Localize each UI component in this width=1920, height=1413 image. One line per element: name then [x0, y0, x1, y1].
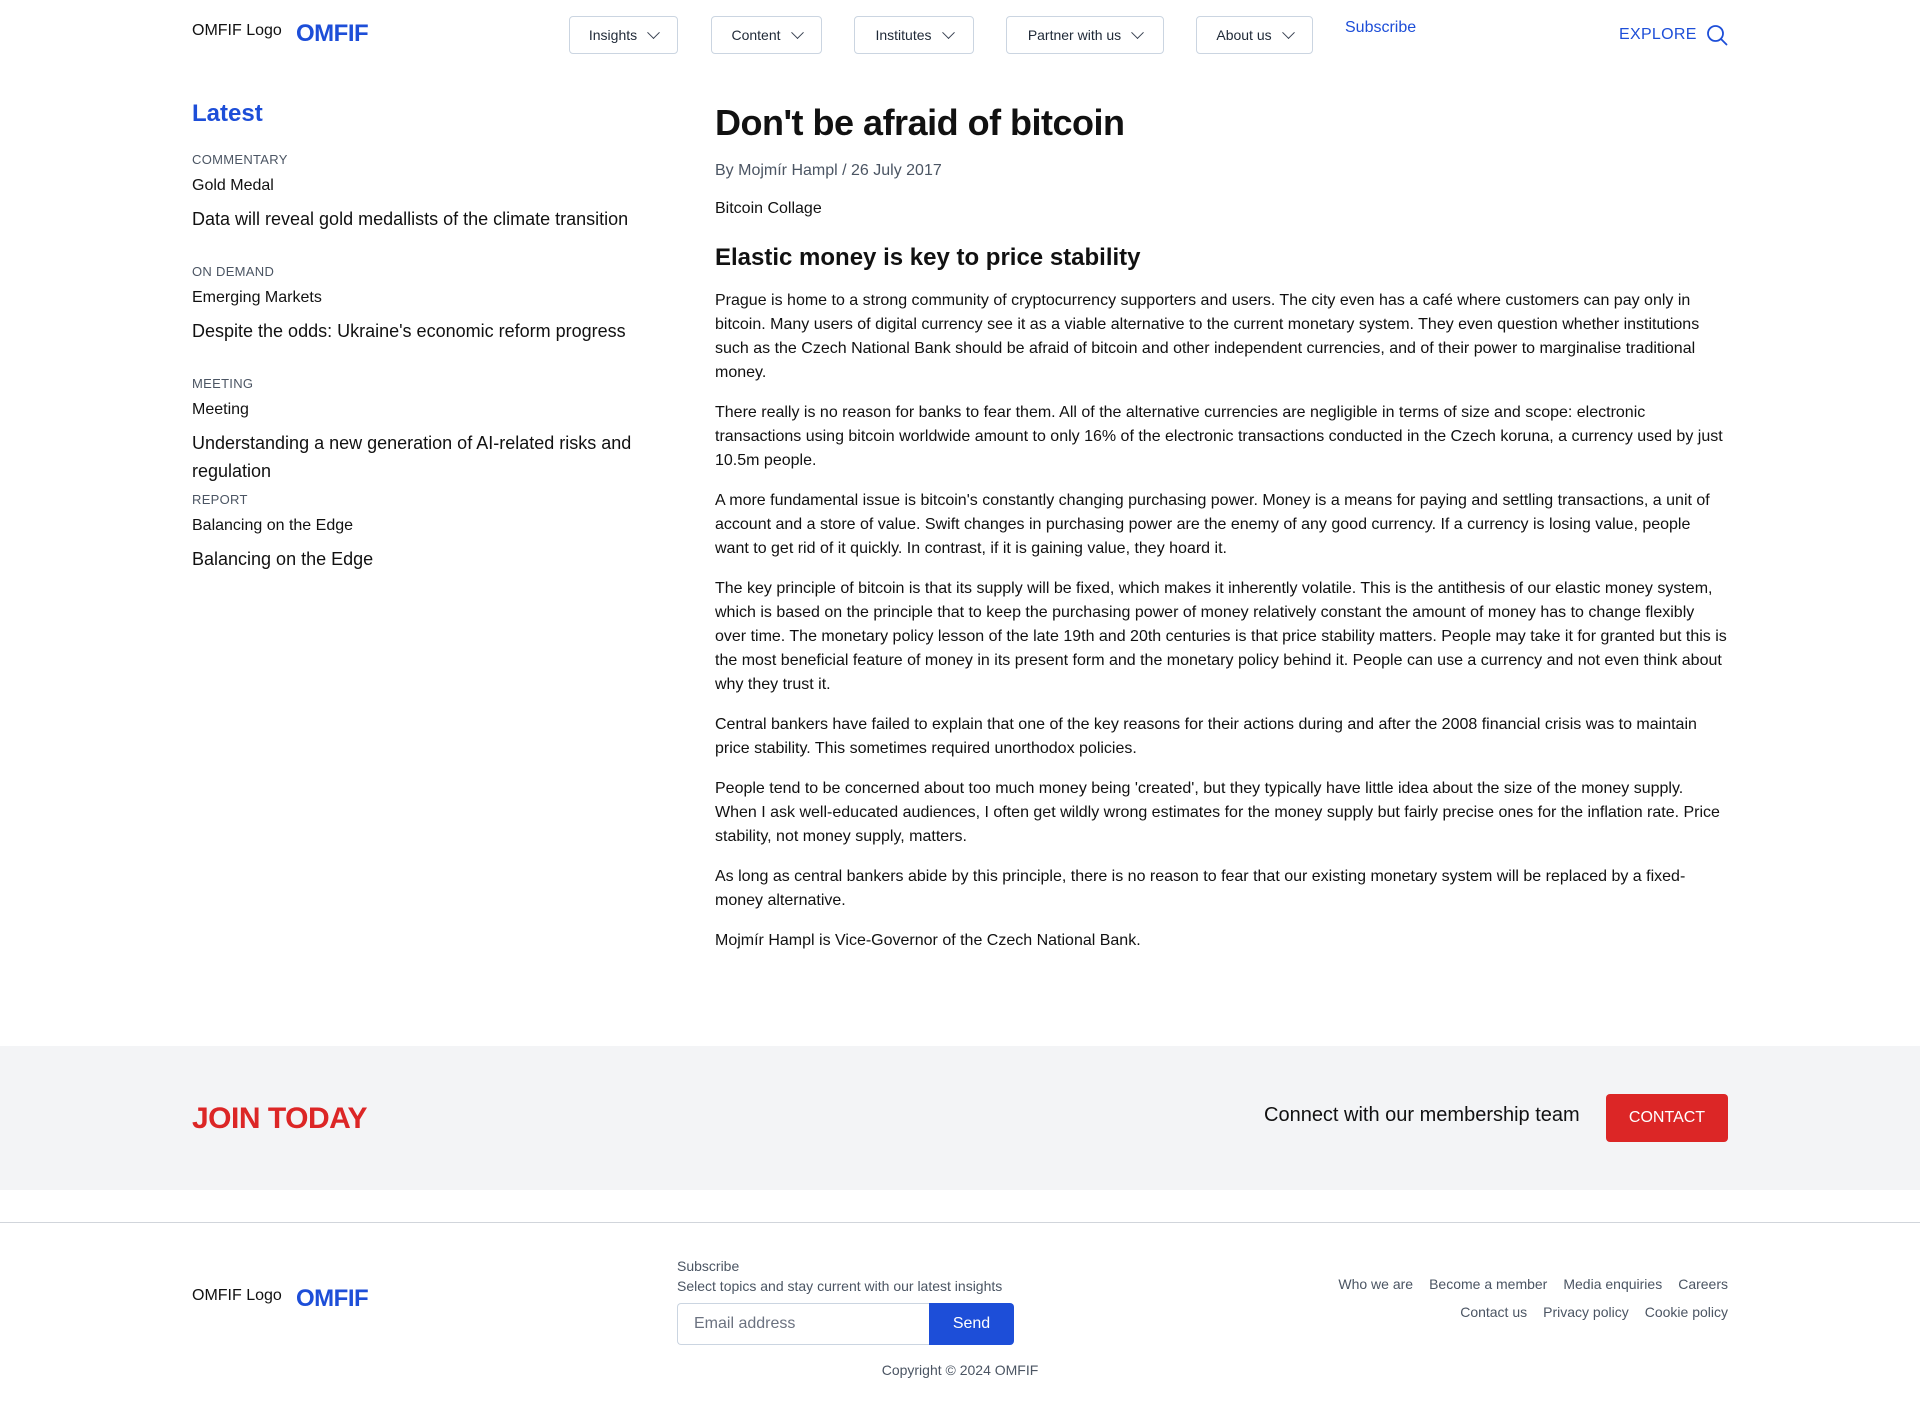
article-paragraph: People tend to be concerned about too mu… — [715, 780, 1720, 845]
chevron-down-icon — [647, 25, 660, 39]
footer-divider — [0, 1222, 1920, 1223]
article-paragraph: Mojmír Hampl is Vice-Governor of the Cze… — [715, 932, 1141, 949]
list-item: ON DEMAND Emerging Markets Despite the o… — [192, 264, 662, 345]
article-title: Don't be afraid of bitcoin — [715, 102, 1125, 143]
item-subtitle: Balancing on the Edge — [192, 517, 354, 534]
list-item: MEETING Meeting Understanding a new gene… — [192, 376, 662, 485]
logo-image-alt[interactable]: OMFIF Logo — [192, 22, 282, 40]
item-headline-link[interactable]: Understanding a new generation of AI-rel… — [192, 429, 662, 485]
article-paragraph: Prague is home to a strong community of … — [715, 292, 1700, 381]
footer-link-who-we-are[interactable]: Who we are — [1338, 1276, 1413, 1292]
connect-text: Connect with our membership team — [1264, 1104, 1580, 1126]
latest-sidebar: Latest COMMENTARY Gold Medal Data will r… — [192, 100, 662, 569]
article-paragraph: Central bankers have failed to explain t… — [715, 716, 1697, 757]
list-item: REPORT Balancing on the Edge Balancing o… — [192, 492, 662, 573]
join-banner: JOIN TODAY Connect with our membership t… — [0, 1046, 1920, 1190]
footer-links-row: Contact us Privacy policy Cookie policy — [1308, 1298, 1728, 1326]
footer-logo-text[interactable]: OMFIF — [296, 1285, 369, 1313]
nav-about-button[interactable]: About us — [1196, 16, 1313, 54]
nav-institutes-label: Institutes — [875, 27, 932, 43]
subscribe-link[interactable]: Subscribe — [1345, 19, 1416, 37]
footer-link-contact-us[interactable]: Contact us — [1460, 1304, 1527, 1320]
item-subtitle: Emerging Markets — [192, 289, 322, 306]
article: Don't be afraid of bitcoin By Mojmír Ham… — [715, 100, 1728, 953]
article-subheading: Elastic money is key to price stability — [715, 244, 1141, 271]
category-label: ON DEMAND — [192, 264, 275, 279]
chevron-down-icon — [941, 25, 955, 39]
nav-partner-label: Partner with us — [1027, 27, 1122, 43]
article-paragraph: There really is no reason for banks to f… — [715, 404, 1723, 469]
footer-subscribe-label: Subscribe — [677, 1258, 740, 1274]
site-header: OMFIF Logo OMFIF Insights Content Instit… — [0, 0, 1920, 72]
footer-link-become-member[interactable]: Become a member — [1429, 1276, 1547, 1292]
send-button[interactable]: Send — [929, 1303, 1014, 1345]
search-icon[interactable] — [1706, 24, 1728, 46]
article-paragraph: The key principle of bitcoin is that its… — [715, 580, 1727, 693]
footer-logo-image-alt[interactable]: OMFIF Logo — [192, 1287, 282, 1305]
nav-partner-button[interactable]: Partner with us — [1006, 16, 1164, 54]
footer-links: Who we are Become a member Media enquiries… — [1308, 1270, 1728, 1326]
nav-insights-label: Insights — [588, 27, 638, 43]
item-subtitle: Gold Medal — [192, 177, 274, 194]
nav-content-label: Content — [731, 27, 781, 43]
article-paragraph: As long as central bankers abide by this… — [715, 868, 1686, 909]
chevron-down-icon — [1131, 25, 1145, 39]
logo-text[interactable]: OMFIF — [296, 20, 369, 48]
item-subtitle: Meeting — [192, 401, 249, 418]
item-headline-link[interactable]: Balancing on the Edge — [192, 545, 662, 573]
chevron-down-icon — [790, 25, 804, 39]
footer-link-privacy-policy[interactable]: Privacy policy — [1543, 1304, 1629, 1320]
nav-insights-button[interactable]: Insights — [569, 16, 678, 54]
list-item: COMMENTARY Gold Medal Data will reveal g… — [192, 152, 662, 233]
category-label: REPORT — [192, 492, 248, 507]
footer-link-careers[interactable]: Careers — [1678, 1276, 1728, 1292]
nav-institutes-button[interactable]: Institutes — [854, 16, 974, 54]
latest-title: Latest — [192, 100, 263, 127]
nav-about-label: About us — [1216, 27, 1272, 43]
article-paragraph: A more fundamental issue is bitcoin's co… — [715, 492, 1710, 557]
subscribe-form: Send — [677, 1303, 1014, 1345]
footer-link-media-enquiries[interactable]: Media enquiries — [1563, 1276, 1662, 1292]
article-byline: By Mojmír Hampl / 26 July 2017 — [715, 162, 942, 179]
footer-subscribe-description: Select topics and stay current with our … — [677, 1278, 1003, 1294]
contact-button[interactable]: CONTACT — [1606, 1094, 1728, 1142]
nav-content-button[interactable]: Content — [711, 16, 822, 54]
category-label: COMMENTARY — [192, 152, 288, 167]
copyright-text: Copyright © 2024 OMFIF — [881, 1362, 1039, 1378]
explore-link[interactable]: EXPLORE — [1619, 26, 1697, 44]
footer-links-row: Who we are Become a member Media enquiries… — [1308, 1270, 1728, 1298]
email-field[interactable] — [677, 1303, 929, 1345]
item-headline-link[interactable]: Despite the odds: Ukraine's economic ref… — [192, 317, 662, 345]
footer-link-cookie-policy[interactable]: Cookie policy — [1645, 1304, 1728, 1320]
join-title: JOIN TODAY — [192, 1102, 368, 1135]
article-image-alt: Bitcoin Collage — [715, 200, 822, 217]
item-headline-link[interactable]: Data will reveal gold medallists of the … — [192, 205, 662, 233]
category-label: MEETING — [192, 376, 254, 391]
chevron-down-icon — [1281, 25, 1295, 39]
